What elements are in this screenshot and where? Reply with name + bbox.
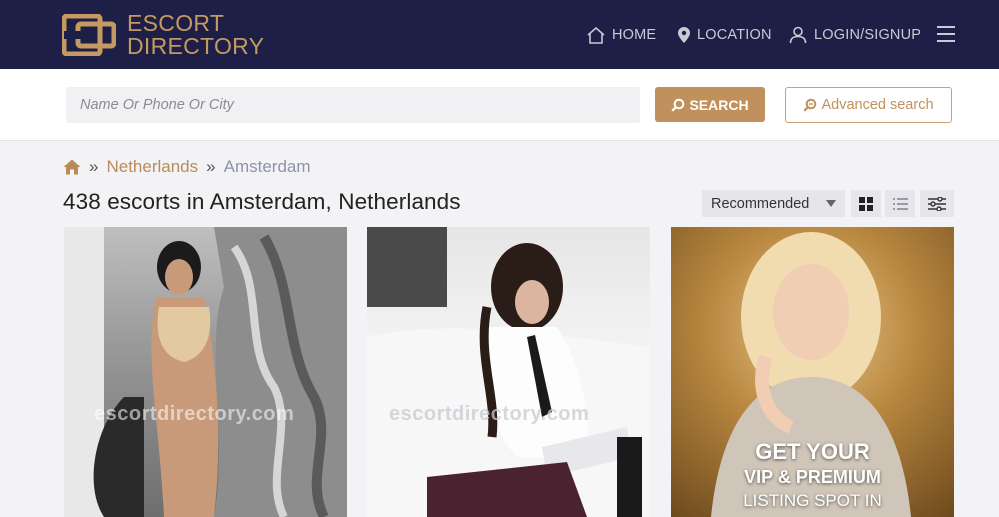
advanced-search-label: Advanced search (821, 97, 934, 113)
filter-sliders-icon (928, 196, 946, 211)
nav-home[interactable]: HOME (587, 22, 656, 48)
search-icon (671, 98, 685, 112)
location-pin-icon (678, 27, 690, 43)
logo-mark-icon (62, 14, 116, 56)
logo-line-1: ESCORT (127, 10, 225, 36)
promo-text: GET YOUR VIP & PREMIUM LISTING SPOT IN (671, 439, 954, 513)
search-input[interactable] (66, 87, 640, 123)
escort-card[interactable]: escortdirectory.com (367, 227, 650, 517)
grid-view-button[interactable] (851, 190, 881, 217)
nav-login-label: LOGIN/SIGNUP (814, 27, 922, 43)
user-icon (789, 26, 807, 44)
image-watermark: escortdirectory.com (94, 403, 295, 425)
hamburger-icon[interactable] (937, 26, 955, 43)
breadcrumb-country[interactable]: Netherlands (106, 157, 198, 177)
search-bar: SEARCH Advanced search (0, 69, 999, 141)
home-icon[interactable] (63, 159, 81, 175)
promo-line-3: LISTING SPOT IN (743, 491, 882, 510)
nav-location[interactable]: LOCATION (678, 22, 772, 48)
home-outline-icon (587, 26, 605, 44)
filter-button[interactable] (920, 190, 954, 217)
promo-line-1: GET YOUR (755, 439, 870, 464)
breadcrumb-separator: » (89, 157, 99, 176)
list-icon (892, 197, 908, 210)
nav-login-signup[interactable]: LOGIN/SIGNUP (789, 22, 921, 48)
caret-down-icon (826, 200, 836, 207)
sort-dropdown-value: Recommended (711, 195, 810, 212)
advanced-search-icon (803, 98, 817, 112)
site-logo[interactable]: ESCORT DIRECTORY (62, 12, 264, 58)
page-title: 438 escorts in Amsterdam, Netherlands (63, 189, 461, 214)
nav-location-label: LOCATION (697, 27, 772, 43)
breadcrumb: » Netherlands » Amsterdam (63, 157, 311, 177)
escort-card[interactable]: escortdirectory.com (64, 227, 347, 517)
grid-icon (859, 196, 873, 211)
logo-text: ESCORT DIRECTORY (127, 12, 264, 58)
image-watermark: escortdirectory.com (389, 403, 590, 425)
logo-line-2: DIRECTORY (127, 33, 265, 59)
sort-dropdown[interactable]: Recommended (702, 190, 845, 217)
search-button[interactable]: SEARCH (655, 87, 765, 122)
profile-photo (64, 227, 347, 517)
breadcrumb-city: Amsterdam (223, 157, 311, 176)
top-header: ESCORT DIRECTORY HOME LOCATION LOGIN/SIG… (0, 0, 999, 69)
advanced-search-button[interactable]: Advanced search (785, 87, 952, 123)
nav-home-label: HOME (612, 27, 657, 43)
breadcrumb-separator: » (206, 157, 216, 176)
promo-card[interactable]: GET YOUR VIP & PREMIUM LISTING SPOT IN (671, 227, 954, 517)
promo-line-2: VIP & PREMIUM (744, 467, 881, 487)
search-button-label: SEARCH (689, 96, 749, 113)
profile-photo (367, 227, 650, 517)
list-view-button[interactable] (885, 190, 915, 217)
